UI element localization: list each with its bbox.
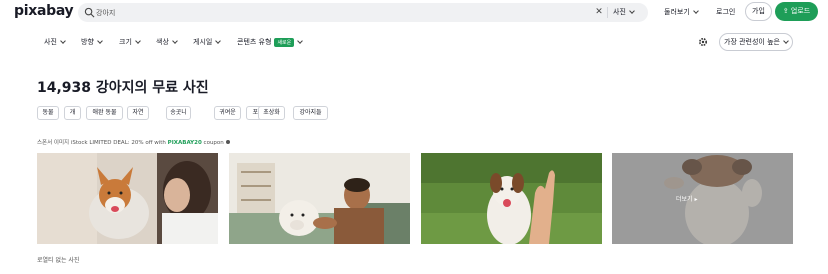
filter-size-label: 크기 (119, 38, 132, 46)
tag-button[interactable]: 자연 (127, 106, 149, 120)
search-divider (607, 7, 608, 18)
tag-button[interactable]: 초상화 (258, 106, 285, 120)
chevron-down-icon (692, 8, 699, 14)
sort-select[interactable]: 가장 관련성이 높은 (719, 33, 793, 51)
filter-type-label: 사진 (44, 38, 57, 46)
info-icon[interactable] (225, 140, 230, 144)
filter-date-label: 게시일 (193, 38, 213, 46)
upload-icon: ⇪ (782, 7, 789, 15)
tag-button[interactable]: 귀여운 (214, 106, 241, 120)
sponsor-line[interactable]: 스폰서 이미지 iStock LIMITED DEAL: 20% off wit… (37, 138, 230, 146)
tag-button[interactable]: 개 (64, 106, 81, 120)
photo-card[interactable] (421, 153, 602, 244)
upload-button[interactable]: ⇪ 업로드 (775, 2, 818, 21)
tag-button[interactable]: 강아지들 (293, 106, 328, 120)
sponsor-suffix: coupon (201, 140, 224, 146)
search-input[interactable] (96, 5, 496, 20)
chevron-down-icon (215, 38, 222, 44)
coupon-code: PIXABAY20 (167, 140, 202, 146)
filter-bar: 사진 방향 크기 색상 게시일 콘텐츠 유형 새로운 가장 관련성이 높은 (0, 32, 828, 52)
explore-menu[interactable]: 둘러보기 (664, 7, 699, 17)
section-label: 로열티 없는 사진 (37, 257, 80, 264)
search-bar: ✕ 사진 (78, 3, 648, 22)
tag-button[interactable]: 송곳니 (166, 106, 191, 120)
filter-content-type[interactable]: 콘텐츠 유형 새로운 (237, 37, 304, 47)
search-category-select[interactable]: 사진 (613, 5, 635, 20)
join-button[interactable]: 가입 (745, 2, 772, 21)
search-category-label: 사진 (613, 8, 626, 16)
hover-overlay (612, 153, 793, 244)
sort-label: 가장 관련성이 높은 (724, 38, 780, 46)
tag-button[interactable]: 동물 (37, 106, 59, 120)
filter-type[interactable]: 사진 (44, 37, 66, 47)
corgi-woman-image (37, 153, 218, 244)
chevron-down-icon (783, 38, 789, 44)
more-label[interactable]: 더보기 ▸ (676, 194, 697, 203)
photo-card[interactable] (37, 153, 218, 244)
tag-button[interactable]: 애완 동물 (86, 106, 123, 120)
search-icon (84, 7, 95, 18)
clear-search-button[interactable]: ✕ (593, 6, 605, 18)
login-link[interactable]: 로그인 (716, 7, 735, 17)
top-bar: pixabay ✕ 사진 둘러보기 로그인 가입 ⇪ 업로드 (0, 0, 828, 26)
explore-label: 둘러보기 (664, 8, 690, 16)
filter-color[interactable]: 색상 (156, 37, 178, 47)
chevron-down-icon (629, 8, 635, 14)
chevron-down-icon (297, 38, 304, 44)
chevron-down-icon (97, 38, 103, 44)
filter-size[interactable]: 크기 (119, 37, 141, 47)
new-badge: 새로운 (274, 37, 295, 47)
filter-color-label: 색상 (156, 38, 169, 46)
photo-card[interactable]: 더보기 ▸ (612, 153, 793, 244)
page-title: 14,938 강아지의 무료 사진 (37, 80, 209, 96)
sponsor-text: 스폰서 이미지 iStock LIMITED DEAL: 20% off wit… (37, 140, 168, 146)
man-dog-couch-image (229, 153, 410, 244)
filter-orientation[interactable]: 방향 (81, 37, 103, 47)
filter-date[interactable]: 게시일 (193, 37, 222, 47)
photo-card[interactable] (229, 153, 410, 244)
gear-icon[interactable] (698, 37, 708, 47)
filter-orientation-label: 방향 (81, 38, 94, 46)
pixabay-logo[interactable]: pixabay (14, 3, 74, 19)
chevron-down-icon (135, 38, 141, 44)
upload-label: 업로드 (790, 7, 811, 15)
chevron-down-icon (60, 38, 66, 44)
chevron-down-icon (172, 38, 178, 44)
filter-content-type-label: 콘텐츠 유형 (237, 38, 272, 46)
dog-highfive-image (421, 153, 602, 244)
